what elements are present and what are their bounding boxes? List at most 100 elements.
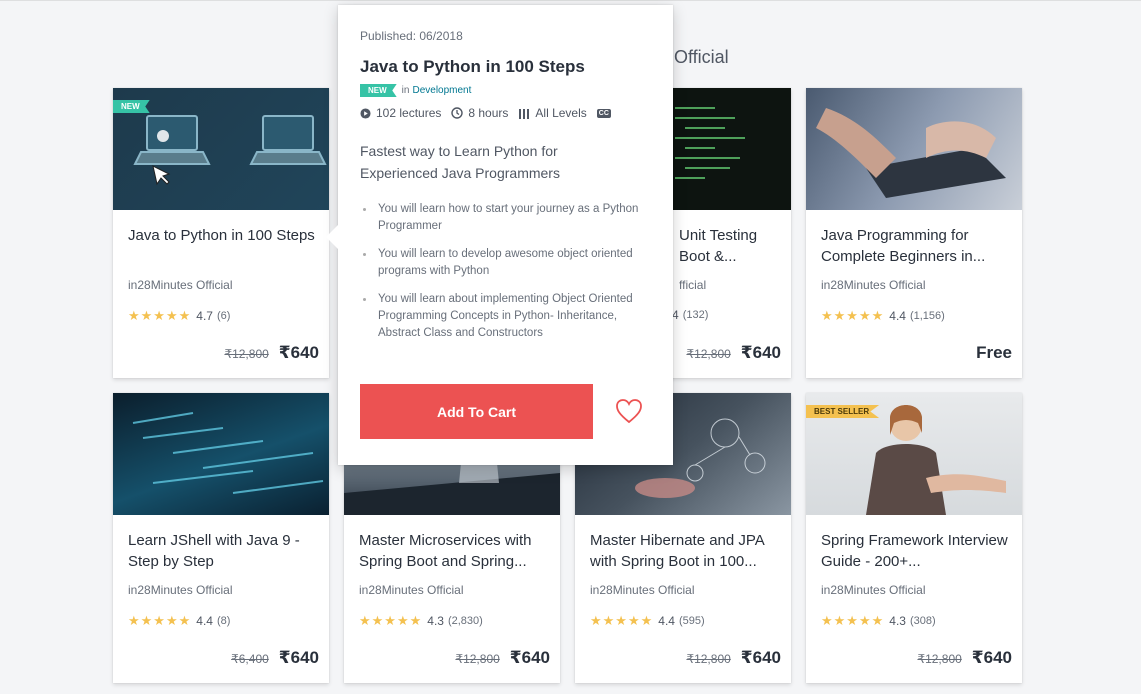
star-rating-icon: ★★★★★ (128, 613, 192, 628)
rating-score: 4.3 (427, 614, 444, 628)
course-author: in28Minutes Official (128, 583, 233, 597)
course-title[interactable]: Java to Python in 100 Steps (128, 225, 318, 246)
best-seller-badge: BEST SELLER (806, 405, 880, 418)
level-meta: All Levels (518, 106, 587, 120)
learning-objectives: You will learn how to start your journey… (360, 201, 650, 353)
course-author: fficial (679, 278, 707, 292)
course-price: Free (976, 343, 1012, 363)
course-price: ₹6,400 ₹640 (231, 648, 319, 668)
original-price: ₹6,400 (231, 652, 269, 666)
star-rating-icon: ★★★★★ (128, 308, 192, 323)
rating-score: 4.3 (889, 614, 906, 628)
discount-price: ₹640 (971, 648, 1012, 667)
level-text: All Levels (535, 106, 587, 120)
level-bars-icon (519, 109, 530, 119)
new-badge: NEW (360, 84, 397, 97)
rating-score: 4.4 (658, 614, 675, 628)
discount-price: ₹640 (740, 648, 781, 667)
star-rating-icon: ★★★★★ (359, 613, 423, 628)
bullet-icon (363, 253, 366, 256)
course-meta: 102 lectures 8 hours All Levels CC (360, 106, 611, 120)
discount-price: ₹640 (278, 648, 319, 667)
course-card[interactable]: Learn JShell with Java 9 - Step by Step … (113, 393, 329, 683)
play-circle-icon (360, 107, 371, 119)
add-to-cart-button[interactable]: Add To Cart (360, 384, 593, 439)
star-rating-icon: ★★★★★ (821, 613, 885, 628)
course-card[interactable]: NEW Java to Python in 100 Steps in28Minu… (113, 88, 329, 378)
course-rating: ★★★★★ 4.7 (6) (128, 308, 230, 324)
course-rating: ★★★★★ 4.3 (2,830) (359, 613, 483, 629)
objective-text: You will learn how to start your journey… (378, 203, 639, 232)
original-price: ₹12,800 (686, 652, 731, 666)
new-badge: NEW (113, 100, 150, 113)
objective-text: You will learn to develop awesome object… (378, 248, 633, 277)
course-title[interactable]: Master Microservices with Spring Boot an… (359, 530, 549, 572)
category-link[interactable]: Development (412, 85, 471, 96)
star-rating-icon: ★★★★★ (590, 613, 654, 628)
course-price: ₹12,800 ₹640 (917, 648, 1012, 668)
rating-count: (8) (216, 615, 231, 627)
popover-pointer (326, 225, 338, 249)
course-thumbnail: NEW (113, 88, 329, 210)
course-price: ₹12,800 ₹640 (224, 343, 319, 363)
course-rating: ★★★★★ 4.4 (8) (128, 613, 230, 629)
list-item: You will learn how to start your journey… (360, 201, 650, 235)
section-title: Official (674, 47, 729, 67)
course-card[interactable]: Java Programming for Complete Beginners … (806, 88, 1022, 378)
course-price: ₹12,800 ₹640 (455, 648, 550, 668)
popover-title[interactable]: Java to Python in 100 Steps (360, 57, 585, 77)
original-price: ₹12,800 (917, 652, 962, 666)
discount-price: ₹640 (278, 343, 319, 362)
course-price: ₹12,800 ₹640 (686, 343, 781, 363)
discount-price: ₹640 (740, 343, 781, 362)
closed-captions-icon: CC (596, 108, 611, 118)
list-item: You will learn about implementing Object… (360, 291, 650, 342)
original-price: ₹12,800 (455, 652, 500, 666)
discount-price: ₹640 (509, 648, 550, 667)
course-author: in28Minutes Official (821, 583, 926, 597)
course-rating: ★★★★★ 4.4 (1,156) (821, 308, 945, 324)
wishlist-heart-icon[interactable] (615, 398, 643, 424)
original-price: ₹12,800 (224, 347, 269, 361)
course-thumbnail (806, 88, 1022, 210)
objective-text: You will learn about implementing Object… (378, 293, 633, 339)
clock-icon (451, 107, 464, 119)
rating-score: 4.4 (889, 309, 906, 323)
course-title[interactable]: Unit Testing Boot &... (679, 225, 789, 267)
rating-score: 4 (672, 308, 679, 322)
course-title[interactable]: Spring Framework Interview Guide - 200+.… (821, 530, 1011, 572)
course-preview-popover: Published: 06/2018 Java to Python in 100… (338, 5, 673, 465)
rating-count: (132) (682, 309, 709, 321)
rating-count: (1,156) (909, 310, 945, 322)
list-item: You will learn to develop awesome object… (360, 246, 650, 280)
rating-count: (595) (678, 615, 705, 627)
course-rating: ★★★★★ 4.4 (595) (590, 613, 705, 629)
course-title[interactable]: Learn JShell with Java 9 - Step by Step (128, 530, 318, 572)
bullet-icon (363, 298, 366, 301)
lectures-meta: 102 lectures (360, 106, 441, 120)
course-title[interactable]: Master Hibernate and JPA with Spring Boo… (590, 530, 780, 572)
course-author: in28Minutes Official (821, 278, 926, 292)
duration-text: 8 hours (468, 106, 509, 120)
bullet-icon (363, 208, 366, 211)
course-description: Fastest way to Learn Python for Experien… (360, 143, 560, 181)
lectures-count: 102 lectures (376, 106, 442, 120)
rating-count: (6) (216, 310, 231, 322)
rating-score: 4.7 (196, 309, 213, 323)
course-card[interactable]: BEST SELLER Spring Framework Interview G… (806, 393, 1022, 683)
course-author: in28Minutes Official (590, 583, 695, 597)
course-rating: 4 (132) (672, 308, 708, 322)
duration-meta: 8 hours (451, 106, 508, 120)
category-prefix: in (401, 85, 410, 96)
rating-count: (2,830) (447, 615, 483, 627)
course-price: ₹12,800 ₹640 (686, 648, 781, 668)
original-price: ₹12,800 (686, 347, 731, 361)
course-author: in28Minutes Official (359, 583, 464, 597)
course-thumbnail: BEST SELLER (806, 393, 1022, 515)
category-row: NEW in Development (360, 84, 471, 97)
course-thumbnail (113, 393, 329, 515)
rating-score: 4.4 (196, 614, 213, 628)
top-divider (0, 0, 1141, 1)
course-title[interactable]: Java Programming for Complete Beginners … (821, 225, 1011, 267)
course-rating: ★★★★★ 4.3 (308) (821, 613, 936, 629)
